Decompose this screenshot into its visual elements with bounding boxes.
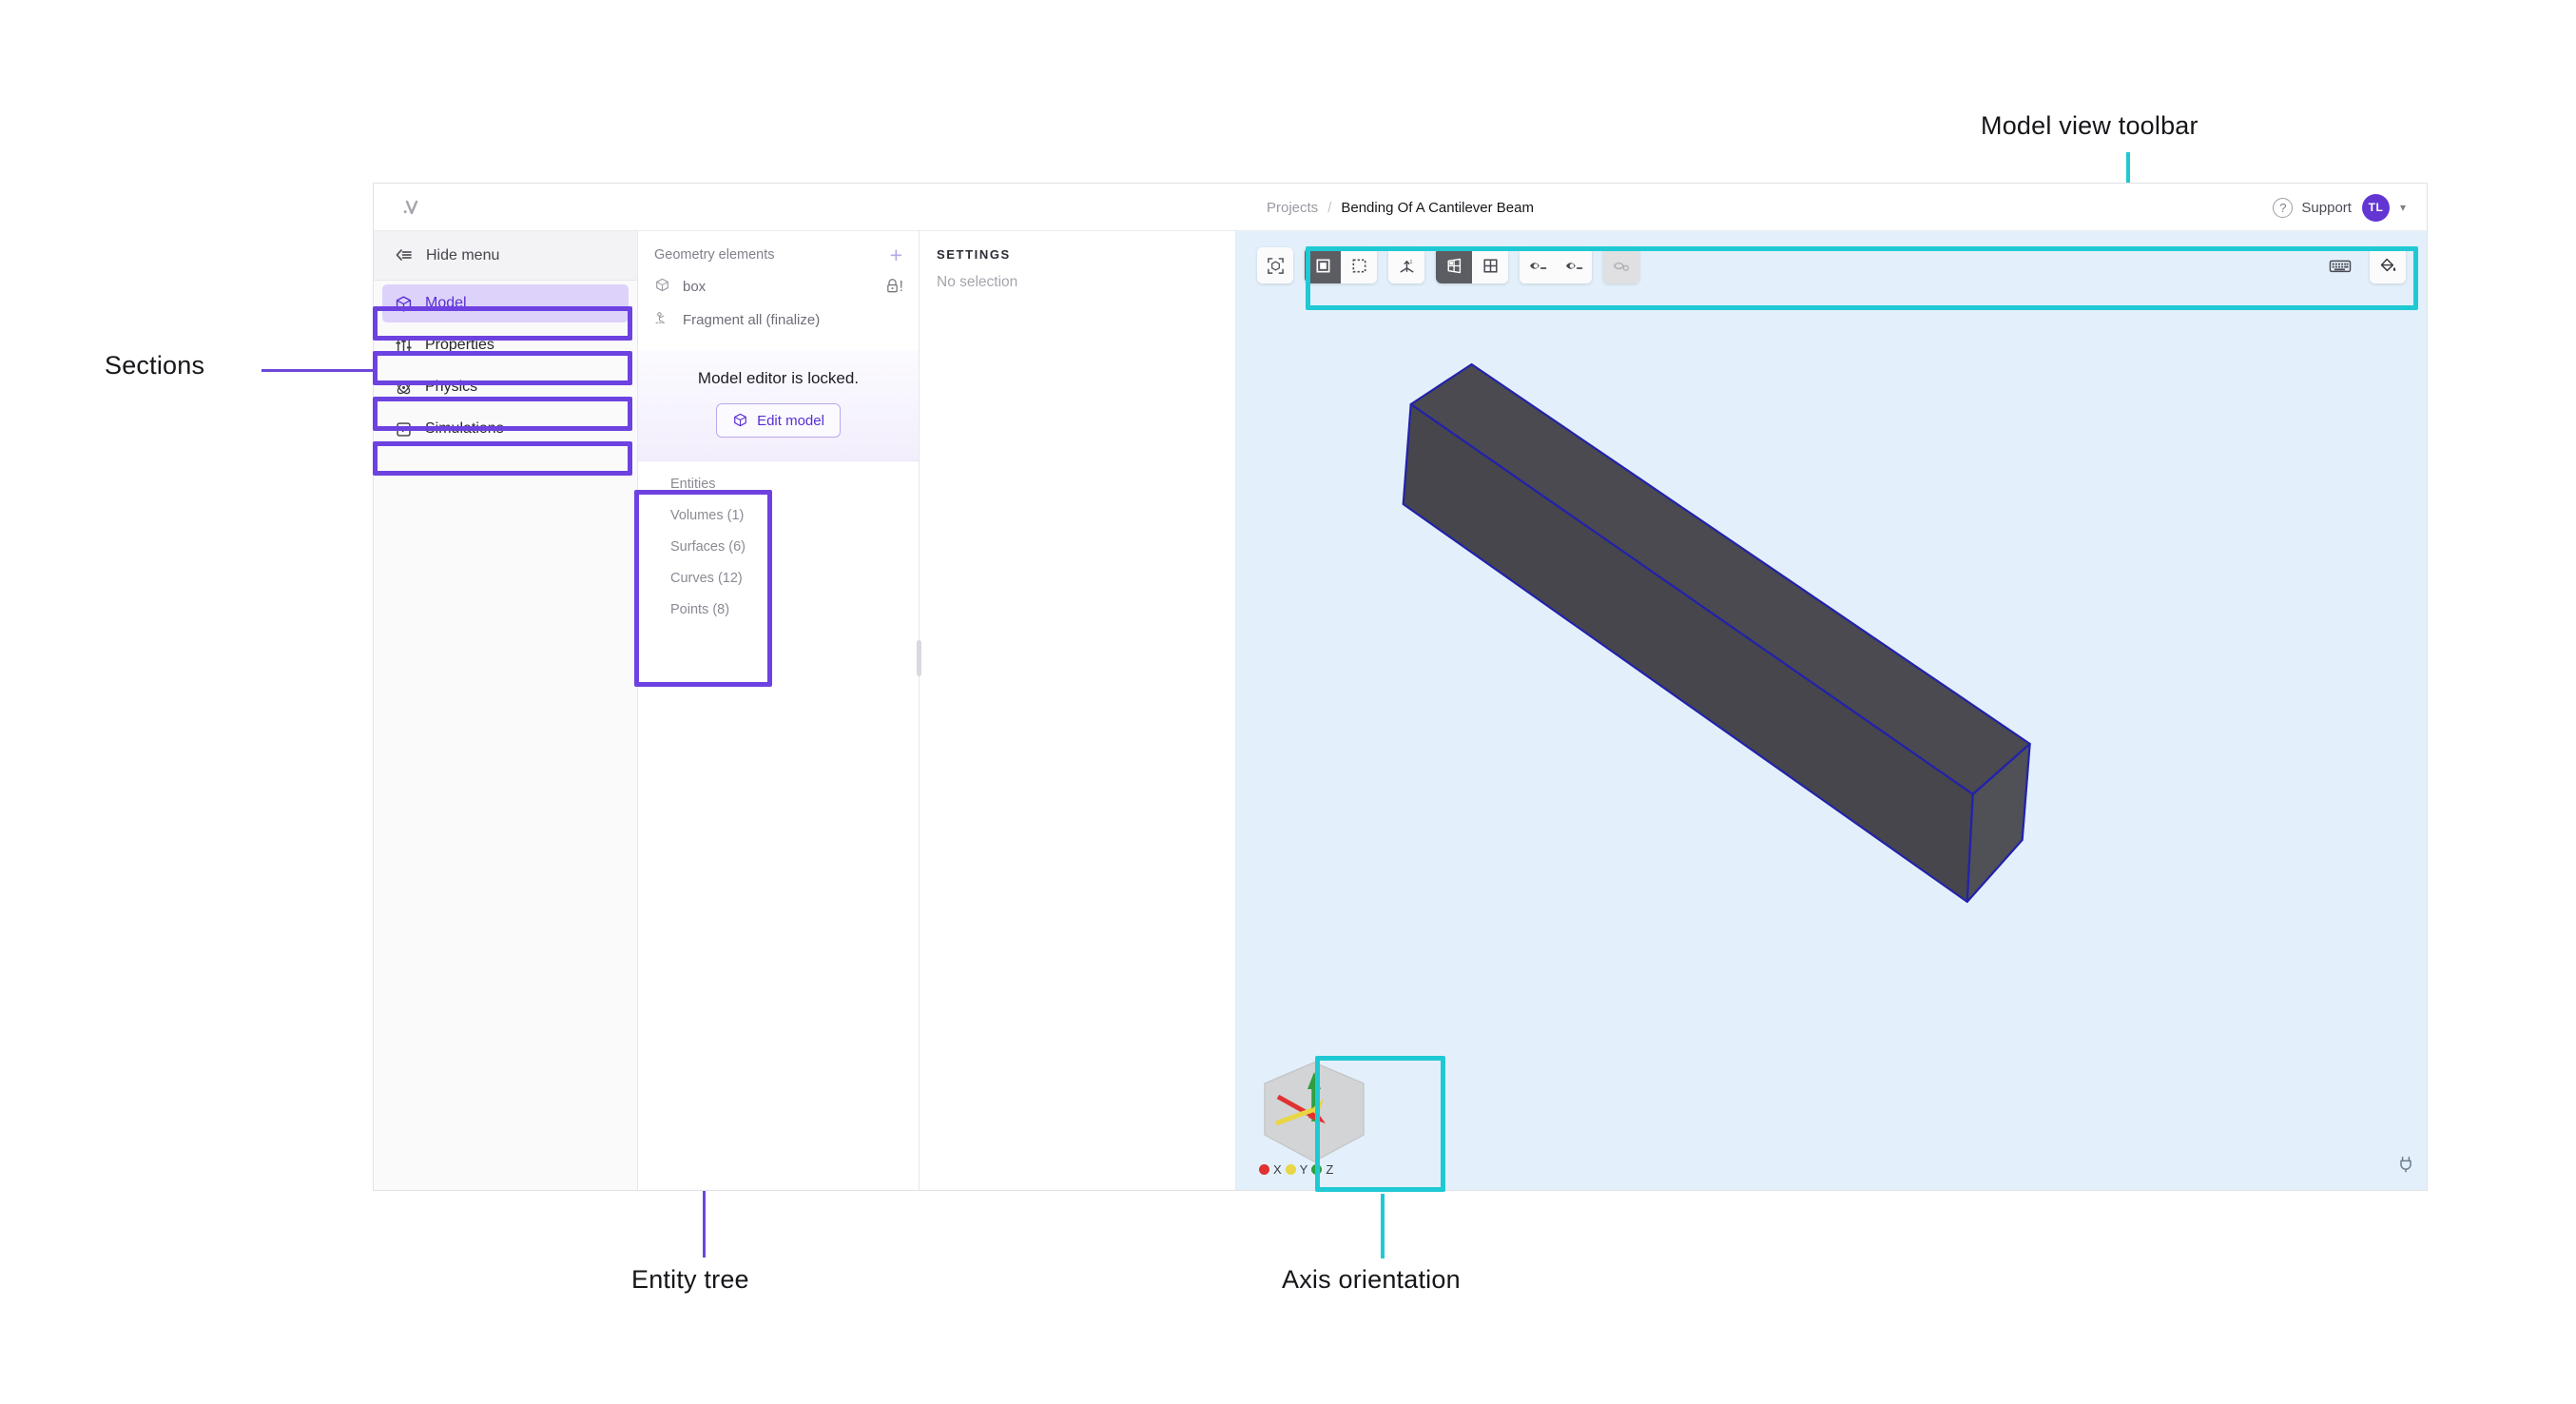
collapse-left-icon xyxy=(396,249,412,261)
logo-icon xyxy=(403,200,418,214)
chevron-down-icon[interactable]: ▾ xyxy=(2400,201,2406,214)
highlight-sections xyxy=(373,397,632,431)
question-circle-icon: ? xyxy=(2273,197,2294,218)
axis-label-y: Y xyxy=(1299,1162,1308,1177)
cube-outline-icon xyxy=(654,277,670,297)
annotation-axis-orientation: Axis orientation xyxy=(1282,1265,1461,1294)
breadcrumb: Projects / Bending Of A Cantilever Beam xyxy=(374,184,2427,231)
app-body: Hide menu Model Properties Physics Simul… xyxy=(374,231,2427,1190)
support-button[interactable]: ? Support xyxy=(2273,197,2352,218)
edit-model-label: Edit model xyxy=(757,412,824,429)
model-viewport[interactable]: 1 X Y Z xyxy=(1236,231,2427,1190)
geometry-row-label: Fragment all (finalize) xyxy=(683,312,821,328)
breadcrumb-separator: / xyxy=(1327,199,1332,216)
support-label: Support xyxy=(2301,199,2352,216)
annotation-model-view-toolbar: Model view toolbar xyxy=(1981,111,2198,140)
lock-warning-mark: ! xyxy=(899,279,903,295)
geometry-panel-resize-handle[interactable] xyxy=(917,640,921,676)
fragment-icon xyxy=(654,310,670,330)
geometry-header: Geometry elements + xyxy=(638,231,919,270)
annotation-entity-tree: Entity tree xyxy=(631,1265,749,1294)
axis-label-x: X xyxy=(1273,1162,1282,1177)
annotation-sections: Sections xyxy=(105,351,205,380)
beam-top-face xyxy=(1409,362,2031,796)
axis-dot-x xyxy=(1259,1164,1269,1175)
hide-menu-label: Hide menu xyxy=(426,246,500,263)
geometry-panel: Geometry elements + box ! Fragment all (… xyxy=(638,231,921,1190)
avatar[interactable]: TL xyxy=(2361,193,2390,222)
geometry-row-label: box xyxy=(683,279,707,295)
highlight-axis-orientation xyxy=(1315,1056,1445,1192)
leader-axis-orientation xyxy=(1381,1194,1385,1258)
model-locked-panel: Model editor is locked. Edit model xyxy=(638,350,919,461)
highlight-model-view-toolbar xyxy=(1306,246,2418,310)
beam-3d-model xyxy=(1402,362,2031,904)
geometry-row-box[interactable]: box ! xyxy=(638,270,919,303)
top-bar-right: ? Support TL ▾ xyxy=(2273,184,2406,231)
axis-dot-y xyxy=(1285,1164,1296,1175)
plug-icon[interactable] xyxy=(2398,1156,2413,1178)
app-logo[interactable] xyxy=(374,195,450,220)
breadcrumb-projects-link[interactable]: Projects xyxy=(1267,200,1318,216)
leader-sections xyxy=(261,369,373,372)
highlight-sections xyxy=(373,351,632,385)
toolbar-group-fit xyxy=(1257,247,1293,283)
edit-model-button[interactable]: Edit model xyxy=(716,403,841,438)
application-window: Projects / Bending Of A Cantilever Beam … xyxy=(373,183,2428,1191)
breadcrumb-current-project: Bending Of A Cantilever Beam xyxy=(1341,199,1534,216)
settings-title: SETTINGS xyxy=(937,247,1011,262)
cube-icon xyxy=(732,412,748,429)
plus-icon[interactable]: + xyxy=(890,244,902,266)
fit-to-view-icon[interactable] xyxy=(1257,247,1293,283)
lock-icon[interactable]: ! xyxy=(885,278,903,296)
settings-panel: SETTINGS No selection xyxy=(920,231,2427,1190)
settings-empty-text: No selection xyxy=(937,274,1018,290)
highlight-entity-tree xyxy=(634,490,772,687)
highlight-sections xyxy=(373,441,632,476)
top-bar: Projects / Bending Of A Cantilever Beam … xyxy=(374,184,2427,231)
highlight-sections xyxy=(373,306,632,341)
hide-menu-button[interactable]: Hide menu xyxy=(374,231,637,281)
model-locked-message: Model editor is locked. xyxy=(697,369,860,387)
geometry-row-fragment[interactable]: Fragment all (finalize) xyxy=(638,303,919,337)
geometry-title: Geometry elements xyxy=(654,247,775,263)
